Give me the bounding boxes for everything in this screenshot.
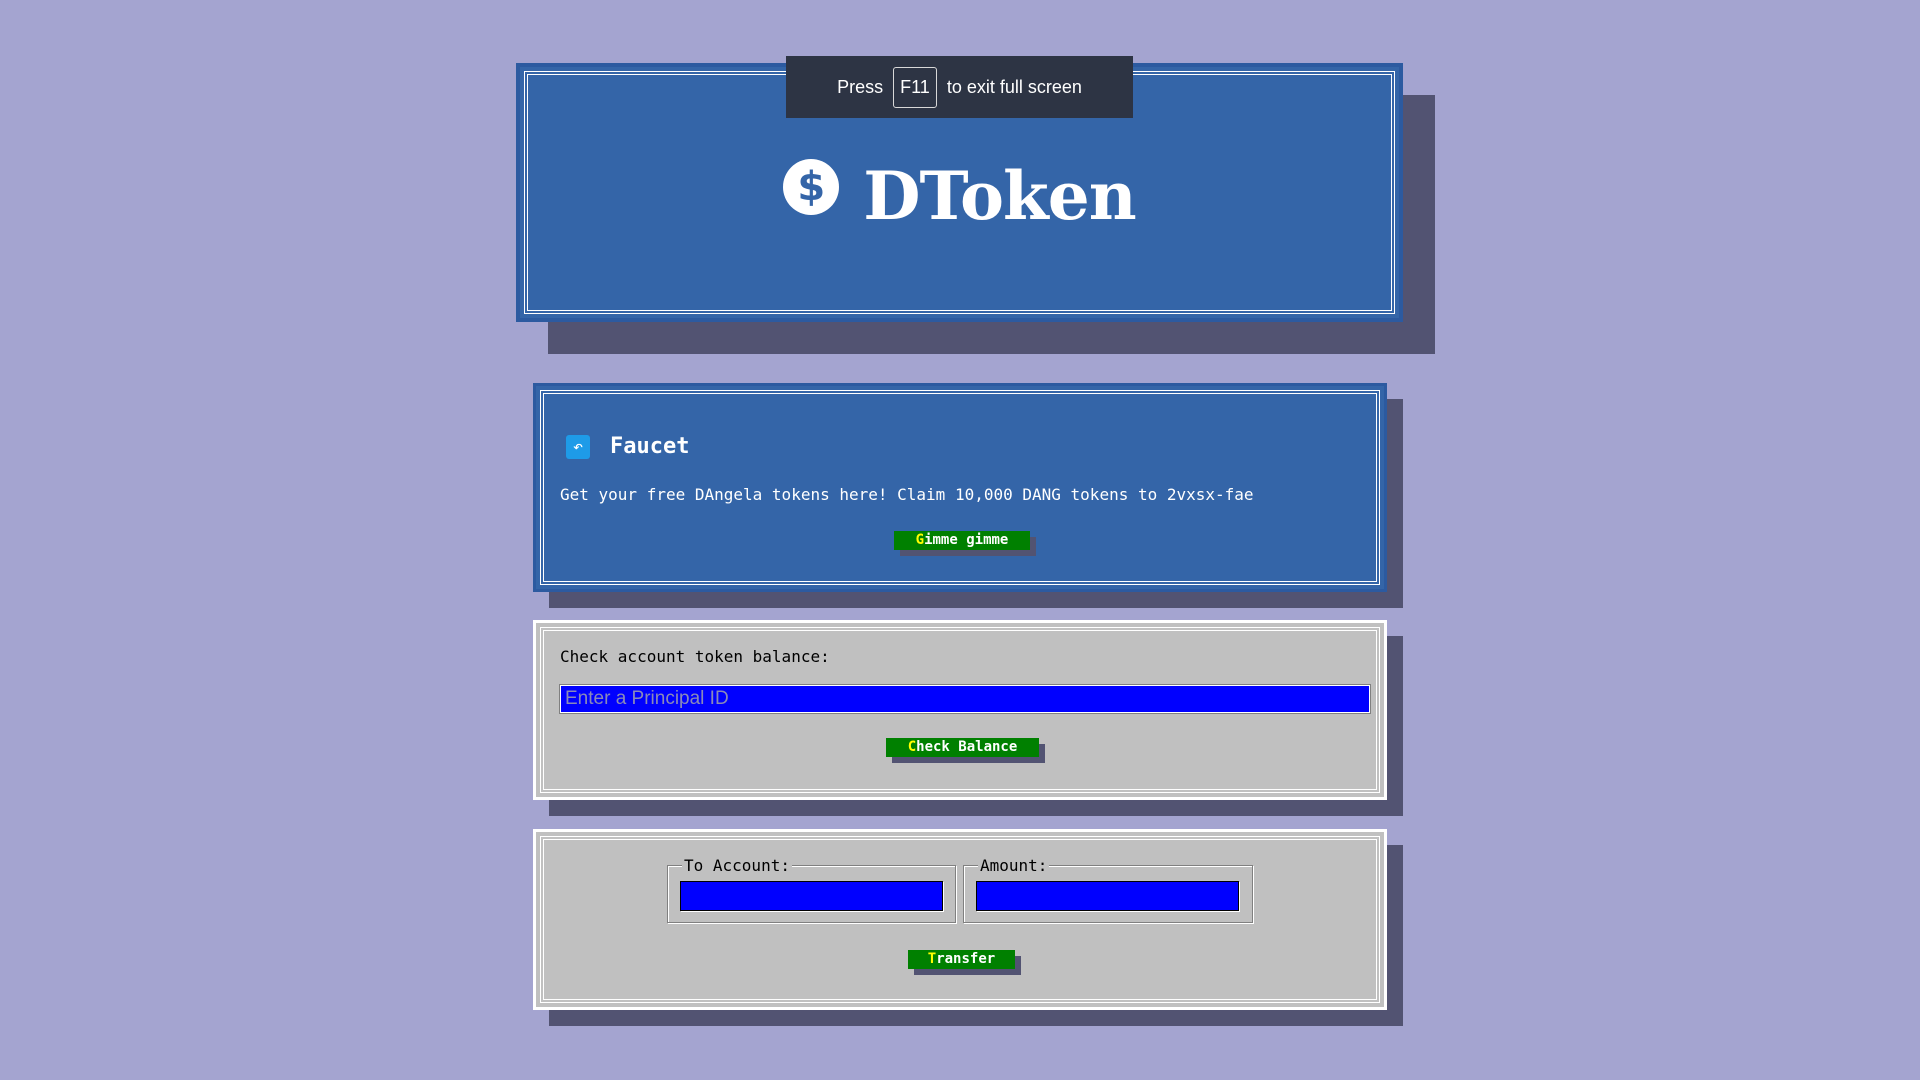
to-account-fieldset: To Account: bbox=[667, 856, 956, 923]
faucet-panel: ↶ Faucet Get your free DAngela tokens he… bbox=[533, 383, 1387, 592]
gimme-gimme-button[interactable]: Gimme gimme bbox=[894, 531, 1030, 550]
balance-label: Check account token balance: bbox=[560, 647, 830, 666]
transfer-label: ransfer bbox=[936, 951, 996, 967]
faucet-icon: ↶ bbox=[566, 434, 590, 459]
principal-id-input[interactable] bbox=[559, 684, 1371, 714]
dollar-circle-icon: $ bbox=[783, 159, 840, 215]
header-title-group: $ DToken bbox=[520, 157, 1399, 235]
amount-fieldset: Amount: bbox=[963, 856, 1253, 923]
transfer-button[interactable]: Transfer bbox=[908, 950, 1015, 969]
to-account-input[interactable] bbox=[680, 881, 943, 911]
gimme-label: imme gimme bbox=[924, 532, 1009, 548]
check-hotkey: C bbox=[907, 739, 917, 755]
check-balance-button[interactable]: Check Balance bbox=[886, 738, 1039, 757]
to-account-label: To Account: bbox=[682, 856, 792, 875]
check-label: heck Balance bbox=[916, 739, 1018, 755]
app-title: DToken bbox=[863, 157, 1137, 235]
faucet-heading: ↶ Faucet bbox=[566, 434, 689, 459]
transfer-panel-border bbox=[540, 836, 1380, 1003]
page: $ DToken Press F11 to exit full screen ↶… bbox=[0, 0, 1920, 1080]
transfer-panel: To Account: Amount: Transfer bbox=[533, 829, 1387, 1010]
transfer-hotkey: T bbox=[927, 951, 937, 967]
fullscreen-exit-toast: Press F11 to exit full screen bbox=[786, 56, 1133, 118]
amount-input[interactable] bbox=[976, 881, 1239, 911]
gimme-hotkey: G bbox=[915, 532, 925, 548]
toast-suffix: to exit full screen bbox=[946, 76, 1082, 97]
amount-label: Amount: bbox=[978, 856, 1050, 875]
faucet-title: Faucet bbox=[610, 434, 690, 459]
toast-prefix: Press bbox=[837, 76, 884, 97]
balance-panel: Check account token balance: Check Balan… bbox=[533, 620, 1387, 800]
f11-key-badge: F11 bbox=[893, 66, 937, 108]
faucet-description: Get your free DAngela tokens here! Claim… bbox=[560, 485, 1254, 504]
